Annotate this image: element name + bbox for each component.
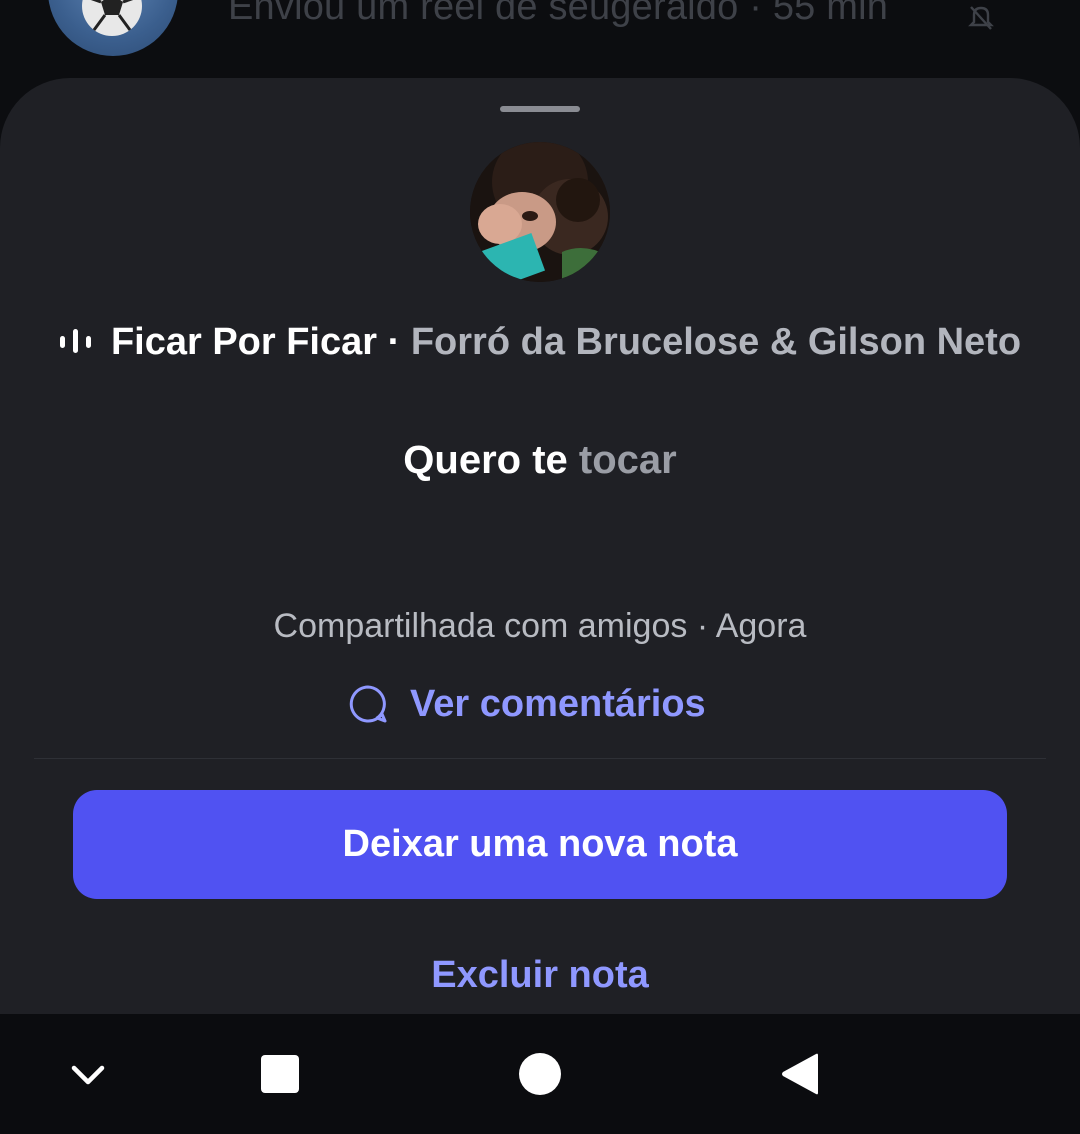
lyric-upcoming: tocar	[578, 438, 677, 482]
divider	[34, 758, 1046, 759]
new-note-button[interactable]: Deixar uma nova nota	[73, 790, 1007, 899]
nav-recents-button[interactable]	[258, 1052, 302, 1096]
nav-home-button[interactable]	[518, 1052, 562, 1096]
soccer-ball-icon	[82, 0, 142, 36]
view-comments-label: Ver comentários	[410, 682, 706, 725]
music-info[interactable]: Ficar Por Ficar · Forró da Brucelose & G…	[0, 316, 1080, 368]
profile-photo	[470, 142, 610, 282]
delete-note-button[interactable]: Excluir nota	[0, 950, 1080, 1000]
new-note-button-label: Deixar uma nova nota	[342, 823, 738, 865]
recents-square-icon	[261, 1055, 299, 1093]
comment-bubble-icon	[349, 685, 387, 723]
background-message-preview: Enviou um reel de seugeraldo · 55 min	[228, 0, 889, 28]
home-circle-icon	[519, 1053, 561, 1095]
nav-hide-keyboard-button[interactable]	[66, 1052, 110, 1096]
music-separator: ·	[377, 321, 411, 363]
drag-handle[interactable]	[500, 106, 580, 112]
back-triangle-icon	[782, 1053, 818, 1095]
song-title: Ficar Por Ficar	[110, 321, 378, 363]
view-comments-link[interactable]: Ver comentários	[348, 676, 706, 732]
note-author-avatar[interactable]	[470, 142, 610, 282]
nav-back-button[interactable]	[778, 1052, 822, 1096]
song-artist: Forró da Brucelose & Gilson Neto	[410, 321, 1022, 363]
bell-off-icon	[968, 6, 994, 30]
note-bottom-sheet: Ficar Por Ficar · Forró da Brucelose & G…	[0, 78, 1080, 1018]
screen: Enviou um reel de seugeraldo · 55 min Fi…	[0, 0, 1080, 1134]
lyric-highlighted: Quero te	[403, 438, 568, 482]
background-chat-row[interactable]: Enviou um reel de seugeraldo · 55 min	[0, 0, 1080, 80]
audio-bars-icon	[59, 328, 91, 353]
note-lyric: Quero te tocar	[0, 434, 1080, 486]
shared-info: Compartilhada com amigos · Agora	[273, 607, 807, 645]
background-avatar	[48, 0, 178, 56]
system-nav-bar	[0, 1014, 1080, 1134]
chevron-down-icon	[71, 1065, 105, 1085]
